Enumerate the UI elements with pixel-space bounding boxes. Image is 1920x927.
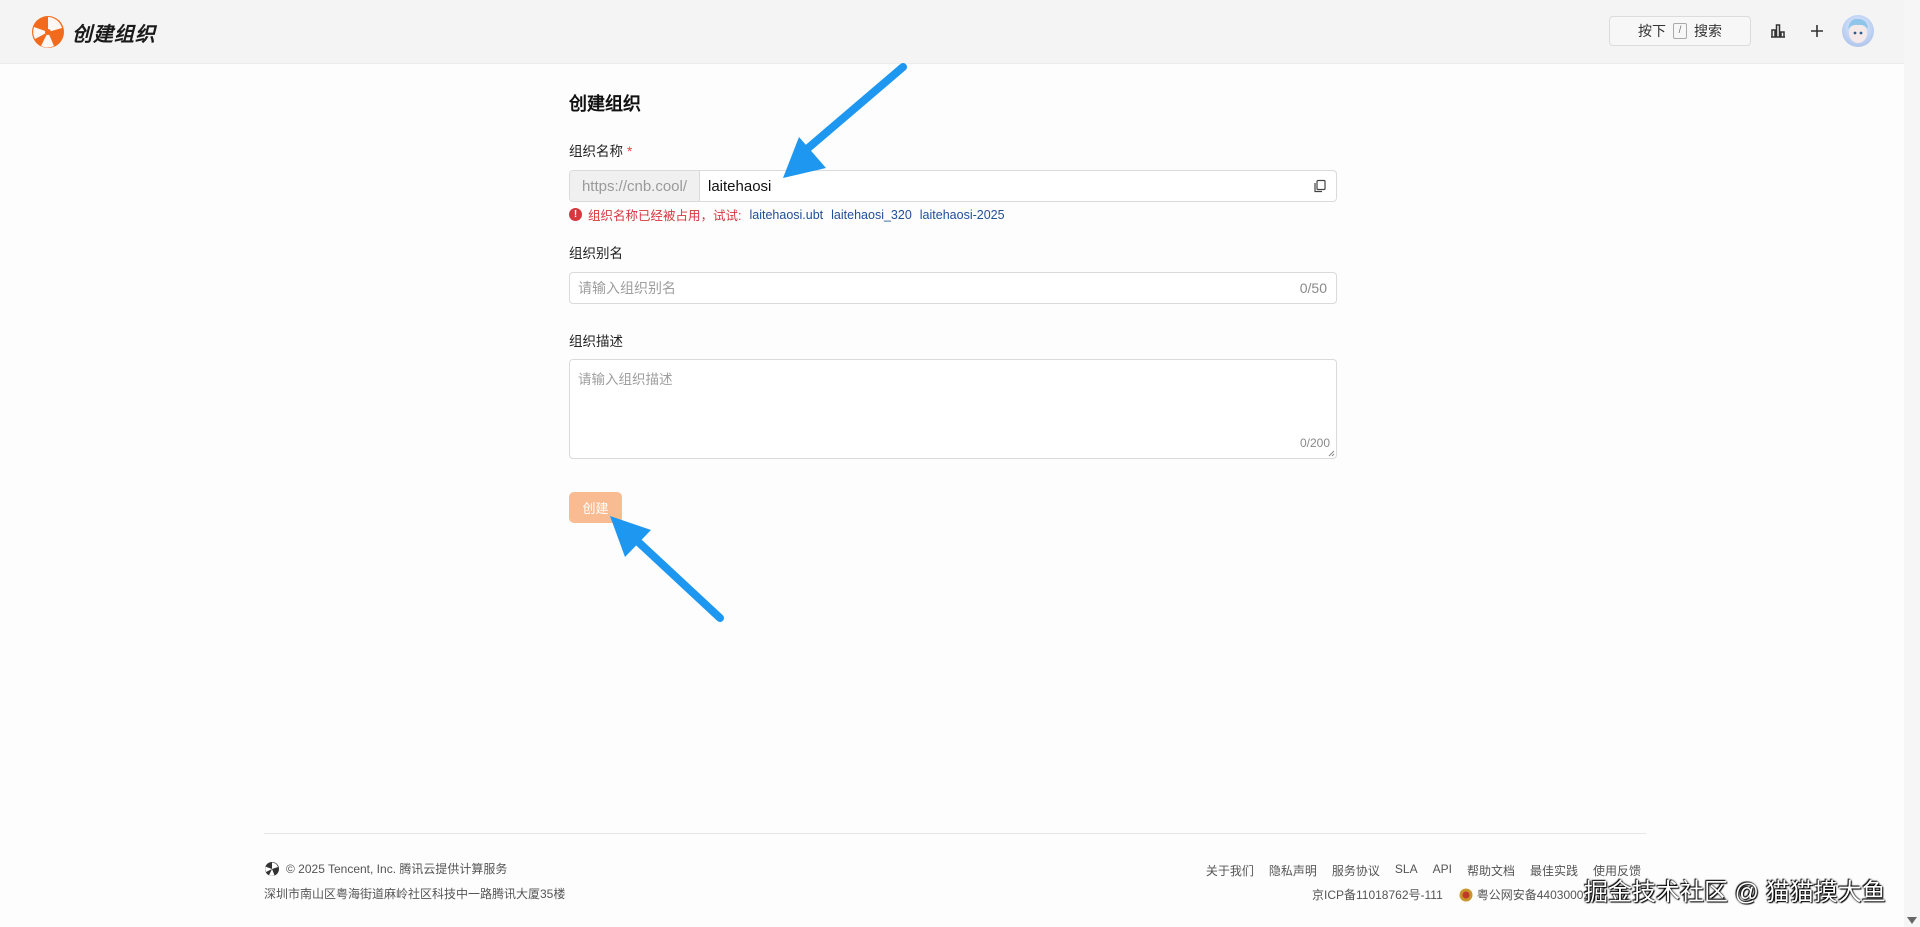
- footer-copyright: © 2025 Tencent, Inc. 腾讯云提供计算服务: [264, 860, 507, 877]
- scroll-down-arrow-icon[interactable]: [1907, 917, 1917, 924]
- watermark: 掘金技术社区 @ 猫猫摸大鱼: [1584, 879, 1886, 906]
- org-desc-label: 组织描述: [569, 334, 623, 349]
- app-title: 创建组织: [72, 24, 156, 46]
- org-alias-label: 组织别名: [569, 246, 623, 261]
- user-avatar[interactable]: [1842, 15, 1874, 47]
- footer-link-sla[interactable]: SLA: [1395, 862, 1418, 879]
- footer-link-terms[interactable]: 服务协议: [1332, 862, 1380, 879]
- footer-logo-icon: [265, 861, 279, 876]
- org-alias-field: 0/50: [569, 272, 1337, 304]
- footer-link-api[interactable]: API: [1433, 862, 1452, 879]
- required-mark: *: [627, 144, 633, 159]
- top-bar: 创建组织 按下 / 搜索: [0, 0, 1904, 64]
- police-record[interactable]: 粤公网安备44030002: [1459, 886, 1590, 903]
- page-title: 创建组织: [569, 94, 641, 114]
- org-name-field: https://cnb.cool/: [569, 170, 1337, 202]
- search-button[interactable]: 按下 / 搜索: [1609, 16, 1751, 46]
- alias-char-counter: 0/50: [1299, 280, 1327, 296]
- shortcut-key: /: [1673, 23, 1687, 39]
- error-icon: !: [569, 208, 582, 221]
- suggestion-3[interactable]: laitehaosi-2025: [920, 208, 1005, 222]
- resize-grip-icon[interactable]: [1327, 449, 1335, 457]
- icp-link[interactable]: 京ICP备11018762号-111: [1312, 886, 1443, 903]
- org-name-input[interactable]: [700, 171, 1304, 201]
- avatar-illustration: [1848, 18, 1868, 43]
- copy-icon[interactable]: [1304, 171, 1336, 201]
- url-prefix: https://cnb.cool/: [570, 171, 700, 201]
- org-desc-field: 0/200: [569, 359, 1337, 459]
- org-alias-input[interactable]: [570, 273, 1300, 303]
- footer-registration: 京ICP备11018762号-111 粤公网安备44030002: [1312, 886, 1590, 903]
- police-record-text: 粤公网安备44030002: [1476, 888, 1591, 902]
- plus-icon[interactable]: [1807, 21, 1827, 41]
- create-button[interactable]: 创建: [569, 492, 622, 523]
- copyright-text: © 2025 Tencent, Inc. 腾讯云提供计算服务: [286, 862, 508, 876]
- suggestion-1[interactable]: laitehaosi.ubt: [749, 208, 823, 222]
- footer-link-best-practice[interactable]: 最佳实践: [1530, 862, 1578, 879]
- org-name-error: ! 组织名称已经被占用，试试: laitehaosi.ubt laitehaos…: [569, 205, 1005, 224]
- arrow-to-name-input: [783, 63, 907, 178]
- arrow-to-create-button: [610, 516, 724, 622]
- footer-divider: [264, 833, 1646, 834]
- police-badge-icon: [1459, 888, 1473, 901]
- footer-link-help[interactable]: 帮助文档: [1467, 862, 1515, 879]
- page-scrollbar[interactable]: [1904, 0, 1920, 927]
- error-text: 组织名称已经被占用，试试:: [588, 209, 742, 223]
- footer-link-privacy[interactable]: 隐私声明: [1269, 862, 1317, 879]
- desc-char-counter: 0/200: [1299, 436, 1330, 450]
- search-press-label: 按下: [1638, 23, 1666, 39]
- tencent-cnb-logo-icon[interactable]: [31, 15, 65, 49]
- annotation-arrows: [610, 63, 907, 622]
- org-name-label: 组织名称 *: [569, 140, 632, 160]
- search-label: 搜索: [1694, 23, 1722, 39]
- footer-links: 关于我们 隐私声明 服务协议 SLA API 帮助文档 最佳实践 使用反馈: [1206, 862, 1641, 879]
- bar-chart-icon[interactable]: [1768, 21, 1788, 41]
- org-desc-textarea[interactable]: [570, 360, 1336, 458]
- suggestion-2[interactable]: laitehaosi_320: [831, 208, 912, 222]
- org-name-label-text: 组织名称: [569, 144, 623, 159]
- footer-address: 深圳市南山区粤海街道麻岭社区科技中一路腾讯大厦35楼: [264, 887, 566, 901]
- footer-link-about[interactable]: 关于我们: [1206, 862, 1254, 879]
- copy-glyph: [1314, 179, 1326, 193]
